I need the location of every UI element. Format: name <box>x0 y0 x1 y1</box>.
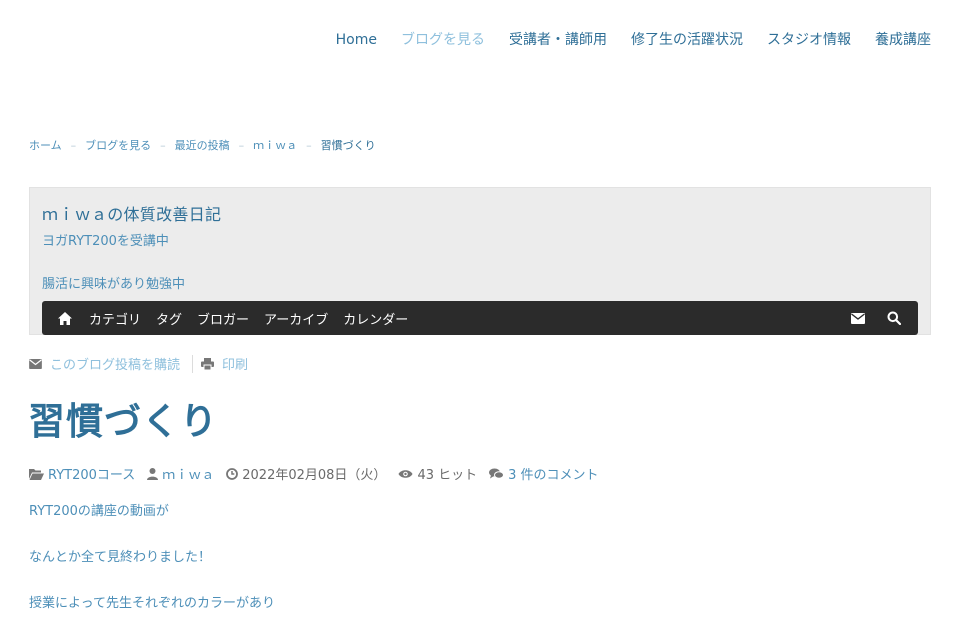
toolbar-bloggers[interactable]: ブロガー <box>197 309 249 328</box>
breadcrumb-author[interactable]: ｍｉｗａ <box>253 137 297 153</box>
breadcrumb-current: 習慣づくり <box>320 139 376 152</box>
print-link[interactable]: 印刷 <box>201 354 248 373</box>
post-title: 習慣づくり <box>28 400 218 443</box>
nav-blog[interactable]: ブログを見る <box>401 30 485 50</box>
breadcrumb-separator: – <box>160 138 166 152</box>
print-icon <box>201 357 215 370</box>
meta-hits: 43 ヒット <box>398 464 477 483</box>
breadcrumb-recent[interactable]: 最近の投稿 <box>175 137 230 153</box>
toolbar-archive[interactable]: アーカイブ <box>264 309 328 328</box>
meta-category[interactable]: RYT200コース <box>29 464 135 483</box>
blog-header: ｍｉｗａの体質改善日記 ヨガRYT200を受講中 腸活に興味があり勉強中 カテゴ… <box>29 187 931 335</box>
comments-icon <box>489 468 505 479</box>
clock-icon <box>226 467 239 480</box>
blog-description: 腸活に興味があり勉強中 <box>42 277 186 292</box>
eye-icon <box>398 469 413 478</box>
post-paragraph: RYT200の講座の動画が <box>29 504 169 519</box>
nav-students-teachers[interactable]: 受講者・講師用 <box>509 30 607 50</box>
post-paragraph: なんとか全て見終わりました！ <box>29 550 212 565</box>
nav-training-course[interactable]: 養成講座 <box>875 30 931 50</box>
post-date: 2022年02月08日（火） <box>242 468 387 483</box>
nav-home[interactable]: Home <box>336 30 377 50</box>
toolbar-right <box>850 310 902 326</box>
home-icon[interactable] <box>57 310 73 326</box>
breadcrumb-separator: – <box>70 138 77 152</box>
breadcrumb: ホーム – ブログを見る – 最近の投稿 – ｍｉｗａ – 習慣づくり <box>29 137 376 153</box>
comments-link[interactable]: 3 件のコメント <box>508 464 598 483</box>
breadcrumb-blog[interactable]: ブログを見る <box>85 137 151 153</box>
meta-date: 2022年02月08日（火） <box>226 464 386 483</box>
breadcrumb-separator: – <box>238 138 245 152</box>
toolbar-categories[interactable]: カテゴリ <box>89 309 141 328</box>
search-icon[interactable] <box>886 310 902 326</box>
post-actions: このブログ投稿を購読 印刷 <box>29 354 248 373</box>
author-link[interactable]: ｍｉｗａ <box>162 464 214 483</box>
envelope-icon[interactable] <box>850 310 866 326</box>
blog-subtitle: ヨガRYT200を受講中 <box>42 234 169 249</box>
toolbar-tags[interactable]: タグ <box>156 309 182 328</box>
category-link[interactable]: RYT200コース <box>48 464 135 483</box>
meta-author[interactable]: ｍｉｗａ <box>147 464 214 483</box>
print-label: 印刷 <box>222 358 249 373</box>
meta-comments[interactable]: 3 件のコメント <box>489 464 599 483</box>
subscribe-label: このブログ投稿を購読 <box>50 358 181 373</box>
post-meta: RYT200コース ｍｉｗａ 2022年02月08日（火） 43 ヒット 3 件… <box>29 464 611 483</box>
nav-graduates[interactable]: 修了生の活躍状況 <box>631 30 743 50</box>
blog-title[interactable]: ｍｉｗａの体質改善日記 <box>42 201 221 225</box>
post-paragraph: 授業によって先生それぞれのカラーがあり <box>29 596 275 611</box>
nav-studio-info[interactable]: スタジオ情報 <box>767 30 851 50</box>
user-icon <box>147 467 159 480</box>
folder-open-icon <box>29 468 44 480</box>
toolbar-calendar[interactable]: カレンダー <box>343 309 408 328</box>
hit-count: 43 ヒット <box>417 468 478 483</box>
breadcrumb-separator: – <box>306 138 312 152</box>
actions-divider <box>192 354 194 373</box>
blog-toolbar: カテゴリ タグ ブロガー アーカイブ カレンダー <box>42 301 918 335</box>
breadcrumb-home[interactable]: ホーム <box>29 137 62 153</box>
envelope-icon <box>29 358 42 369</box>
top-nav: Home ブログを見る 受講者・講師用 修了生の活躍状況 スタジオ情報 養成講座 <box>312 30 931 50</box>
subscribe-link[interactable]: このブログ投稿を購読 <box>29 354 180 373</box>
